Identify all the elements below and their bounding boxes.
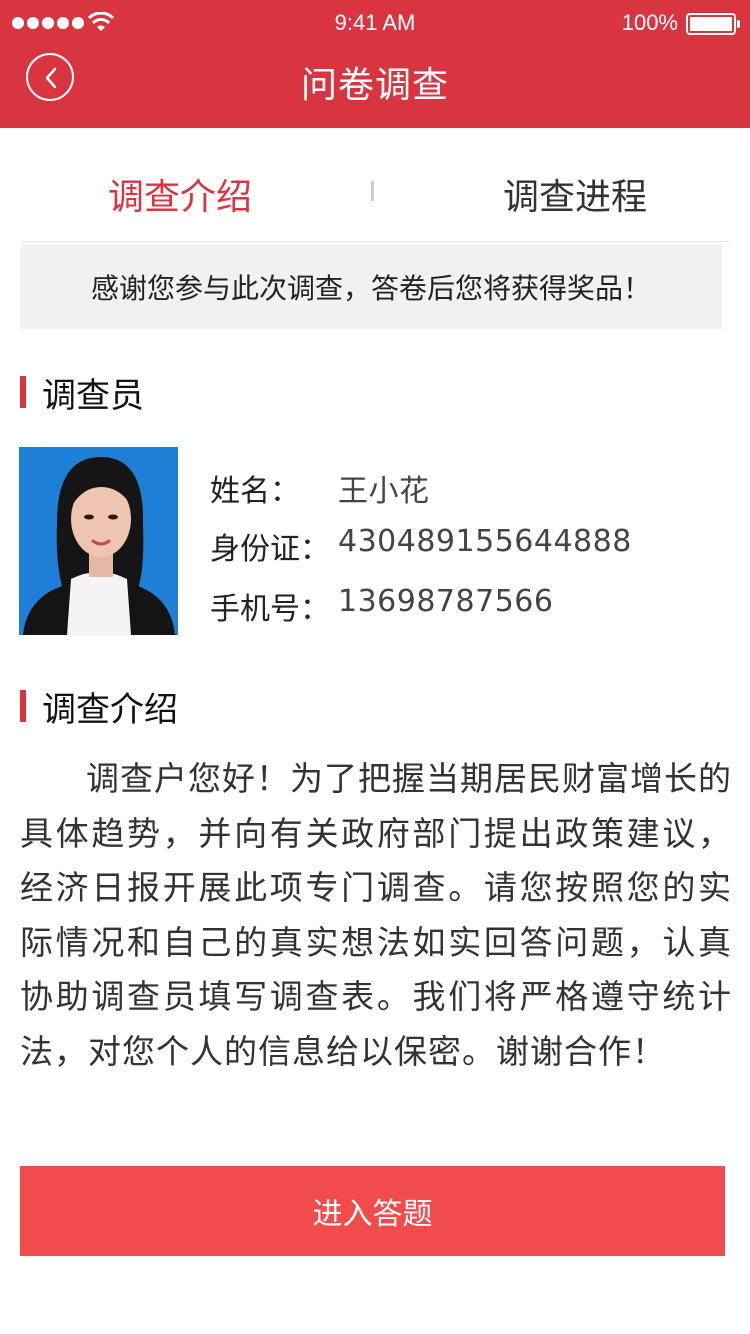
investigator-section-title: 调查员	[42, 375, 144, 416]
phone-value: 13698787566	[338, 584, 554, 619]
intro-section-title: 调查介绍	[42, 689, 178, 730]
tab-survey-progress[interactable]: 调查进程	[410, 168, 740, 220]
app-header: 9:41 AM 100% 问卷调查	[0, 0, 750, 128]
investigator-section-header: 调查员	[20, 372, 144, 416]
notice-banner: 感谢您参与此次调查，答卷后您将获得奖品！	[20, 245, 722, 329]
investigator-photo	[19, 447, 178, 635]
id-card-label: 身份证：	[210, 532, 330, 567]
name-label: 姓名：	[210, 474, 300, 509]
name-value: 王小花	[338, 474, 430, 509]
info-row-id-card: 身份证： 430489155644888	[210, 524, 632, 568]
section-accent-bar	[20, 376, 26, 408]
enter-answer-button[interactable]: 进入答题	[20, 1166, 725, 1256]
battery-icon	[686, 13, 740, 35]
tab-bar: 调查介绍 调查进程	[0, 128, 750, 242]
phone-label: 手机号：	[210, 592, 330, 627]
tab-divider	[371, 181, 374, 201]
info-row-phone: 手机号： 13698787566	[210, 584, 553, 628]
page-title: 问卷调查	[300, 65, 449, 106]
section-accent-bar	[20, 690, 26, 722]
tab-underline	[20, 241, 730, 242]
tab-survey-intro[interactable]: 调查介绍	[15, 168, 345, 220]
id-card-value: 430489155644888	[338, 524, 632, 559]
battery-percent: 100%	[621, 10, 678, 35]
info-row-name: 姓名： 王小花	[210, 466, 430, 510]
status-bar: 9:41 AM 100%	[0, 0, 750, 50]
intro-paragraph: 调查户您好！为了把握当期居民财富增长的具体趋势，并向有关政府部门提出政策建议，经…	[20, 759, 732, 1071]
intro-section-header: 调查介绍	[20, 686, 178, 730]
